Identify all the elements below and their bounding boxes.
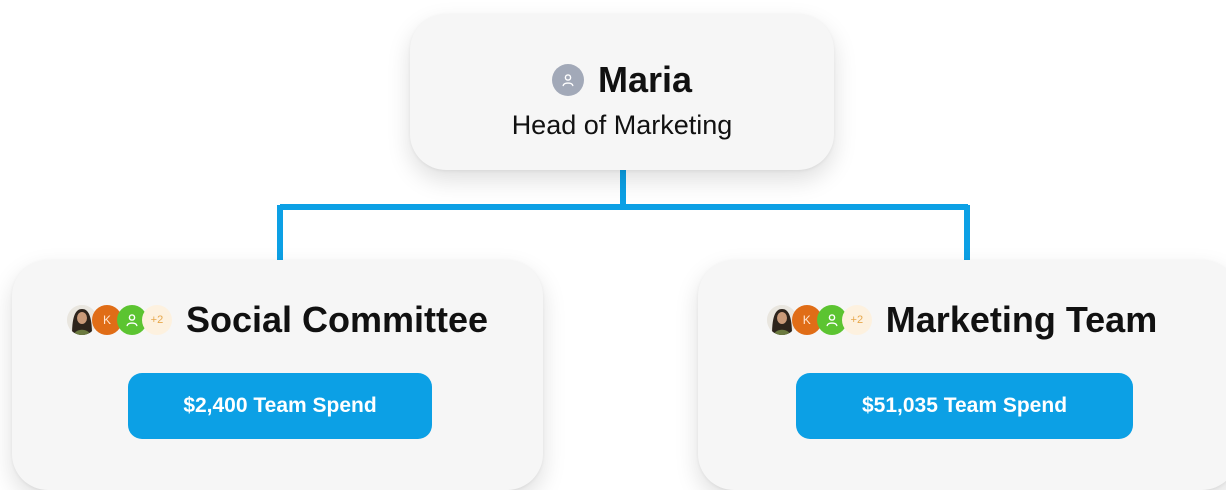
team-title: Marketing Team [885, 299, 1158, 340]
team-header: K +2 Social Committee [12, 302, 543, 338]
member-avatars[interactable]: K +2 [766, 305, 872, 335]
member-avatars[interactable]: K +2 [66, 305, 172, 335]
team-card-marketing-team[interactable]: K +2 Marketing Team $51,035 Team Spend [698, 260, 1226, 490]
more-members-badge: +2 [841, 305, 872, 335]
manager-card[interactable]: Maria Head of Marketing [410, 14, 834, 170]
connector-line [277, 170, 970, 261]
team-spend-button[interactable]: $2,400 Team Spend [128, 373, 432, 439]
manager-name-row: Maria [410, 62, 834, 98]
person-icon [551, 64, 584, 96]
team-header: K +2 Marketing Team [698, 302, 1226, 338]
manager-role: Head of Marketing [511, 110, 733, 140]
manager-name: Maria [597, 59, 693, 100]
team-card-social-committee[interactable]: K +2 Social Committee $2,400 Team Spend [12, 260, 543, 490]
team-title: Social Committee [185, 299, 489, 340]
more-members-badge: +2 [141, 305, 172, 335]
team-spend-button[interactable]: $51,035 Team Spend [796, 373, 1133, 439]
